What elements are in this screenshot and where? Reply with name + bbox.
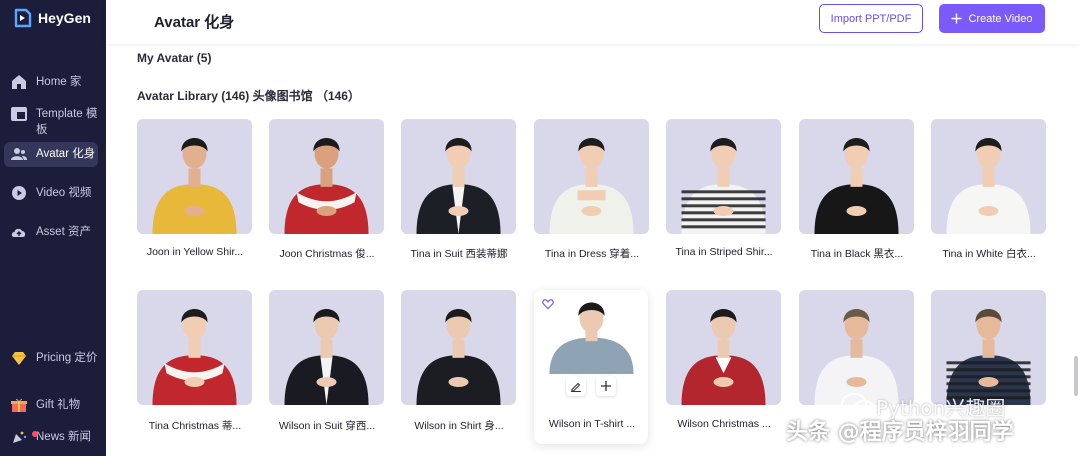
edit-avatar-button[interactable] xyxy=(566,376,586,396)
sidebar-item-label: Home 家 xyxy=(36,76,82,88)
avatar-card-label: Joon in Yellow Shir... xyxy=(146,246,244,258)
sidebar-item-pricing[interactable]: Pricing 定价 xyxy=(4,346,98,371)
avatar-card-label: Tina in White 白衣... xyxy=(942,248,1036,260)
avatar-card-label: Wilson Christmas ... xyxy=(677,418,771,430)
sidebar-item-label: Asset 资产 xyxy=(36,226,91,238)
add-avatar-button[interactable] xyxy=(596,376,616,396)
brand-name: HeyGen xyxy=(38,10,91,26)
avatar-card[interactable] xyxy=(401,119,516,234)
avatar-card-label: Wilson in Suit 穿西... xyxy=(278,420,376,432)
news-icon xyxy=(13,431,27,443)
avatar-thumbnail xyxy=(814,138,899,234)
sidebar-item-video[interactable]: Video 视频 xyxy=(4,181,98,206)
avatar-thumbnail xyxy=(549,138,634,234)
avatar-card-label: Wilson in Shirt 身... xyxy=(414,420,504,432)
import-ppt-pdf-button[interactable]: Import PPT/PDF xyxy=(819,4,923,33)
scrollbar[interactable] xyxy=(1074,356,1078,396)
sidebar-item-label: Video 视频 xyxy=(36,187,92,199)
home-icon xyxy=(12,75,26,89)
avatar-card[interactable] xyxy=(799,290,914,405)
heart-icon[interactable] xyxy=(542,298,554,310)
template-icon xyxy=(11,107,27,121)
sidebar-item-label: Pricing 定价 xyxy=(36,352,98,364)
avatar-card[interactable] xyxy=(401,290,516,405)
avatar-card[interactable] xyxy=(666,119,781,234)
diamond-icon xyxy=(12,352,26,365)
heygen-logo-icon xyxy=(14,8,32,28)
avatar-card[interactable] xyxy=(534,119,649,234)
avatar-card[interactable] xyxy=(137,290,252,405)
sidebar-item-news[interactable]: News 新闻 xyxy=(4,425,98,450)
avatar-card[interactable] xyxy=(931,290,1046,405)
avatar-card-label: Wilson in T-shirt ... xyxy=(548,418,636,430)
news-notification-dot xyxy=(32,431,38,437)
avatar-card[interactable] xyxy=(269,119,384,234)
top-bar: Avatar 化身 Import PPT/PDF Create Video xyxy=(106,0,1080,44)
avatar-thumbnail xyxy=(152,309,237,405)
sidebar-item-label: News 新闻 xyxy=(36,431,91,443)
avatar-card-label: Joon Christmas 俊... xyxy=(279,248,375,260)
avatar-icon xyxy=(11,148,27,160)
avatar-card-label: Tina Christmas 蒂... xyxy=(148,420,242,432)
pen-icon xyxy=(571,382,581,392)
avatar-thumbnail xyxy=(946,138,1031,234)
plus-icon xyxy=(601,381,611,391)
page-title: Avatar 化身 xyxy=(154,14,235,31)
avatar-thumbnail xyxy=(416,309,501,405)
avatar-thumbnail xyxy=(681,309,766,405)
sidebar-item-gift[interactable]: Gift 礼物 xyxy=(4,393,98,418)
avatar-card-label: Tina in Black 黑衣... xyxy=(810,248,904,260)
sidebar: HeyGen Home 家 Template 模板 Avatar 化身 Vide… xyxy=(0,0,106,456)
avatar-thumbnail xyxy=(681,138,766,234)
video-icon xyxy=(12,186,26,200)
watermark-text-bottom: 头条 @程序员梓羽同学 xyxy=(786,420,1014,445)
avatar-card[interactable] xyxy=(931,119,1046,234)
create-video-label: Create Video xyxy=(968,12,1033,25)
avatar-thumbnail xyxy=(416,138,501,234)
gift-icon xyxy=(11,398,27,412)
sidebar-item-template[interactable]: Template 模板 xyxy=(4,102,98,142)
sidebar-item-avatar[interactable]: Avatar 化身 xyxy=(4,142,98,167)
avatar-thumbnail xyxy=(284,309,369,405)
avatar-card-label: Tina in Dress 穿着... xyxy=(544,248,640,260)
sidebar-item-asset[interactable]: Asset 资产 xyxy=(4,220,98,245)
avatar-thumbnail xyxy=(814,309,899,405)
avatar-card-label: Tina in Striped Shir... xyxy=(675,246,773,258)
avatar-library-section-title: Avatar Library (146) 头像图书馆 （146） xyxy=(137,89,360,103)
avatar-card[interactable] xyxy=(137,119,252,234)
avatar-card[interactable] xyxy=(666,290,781,405)
sidebar-item-label: Avatar 化身 xyxy=(36,148,96,160)
brand-logo[interactable]: HeyGen xyxy=(12,8,91,28)
avatar-card[interactable] xyxy=(799,119,914,234)
avatar-card[interactable] xyxy=(269,290,384,405)
avatar-thumbnail xyxy=(946,309,1031,405)
create-video-button[interactable]: Create Video xyxy=(939,4,1045,33)
avatar-thumbnail xyxy=(152,138,237,234)
plus-icon xyxy=(951,13,962,24)
sidebar-item-label: Template 模板 xyxy=(36,108,98,136)
avatar-thumbnail xyxy=(284,138,369,234)
sidebar-item-label: Gift 礼物 xyxy=(36,399,81,411)
cloud-icon xyxy=(11,228,26,237)
avatar-card-label: Tina in Suit 西装蒂娜 xyxy=(410,248,508,260)
my-avatar-section-title[interactable]: My Avatar (5) xyxy=(137,51,211,65)
sidebar-item-home[interactable]: Home 家 xyxy=(4,70,98,95)
